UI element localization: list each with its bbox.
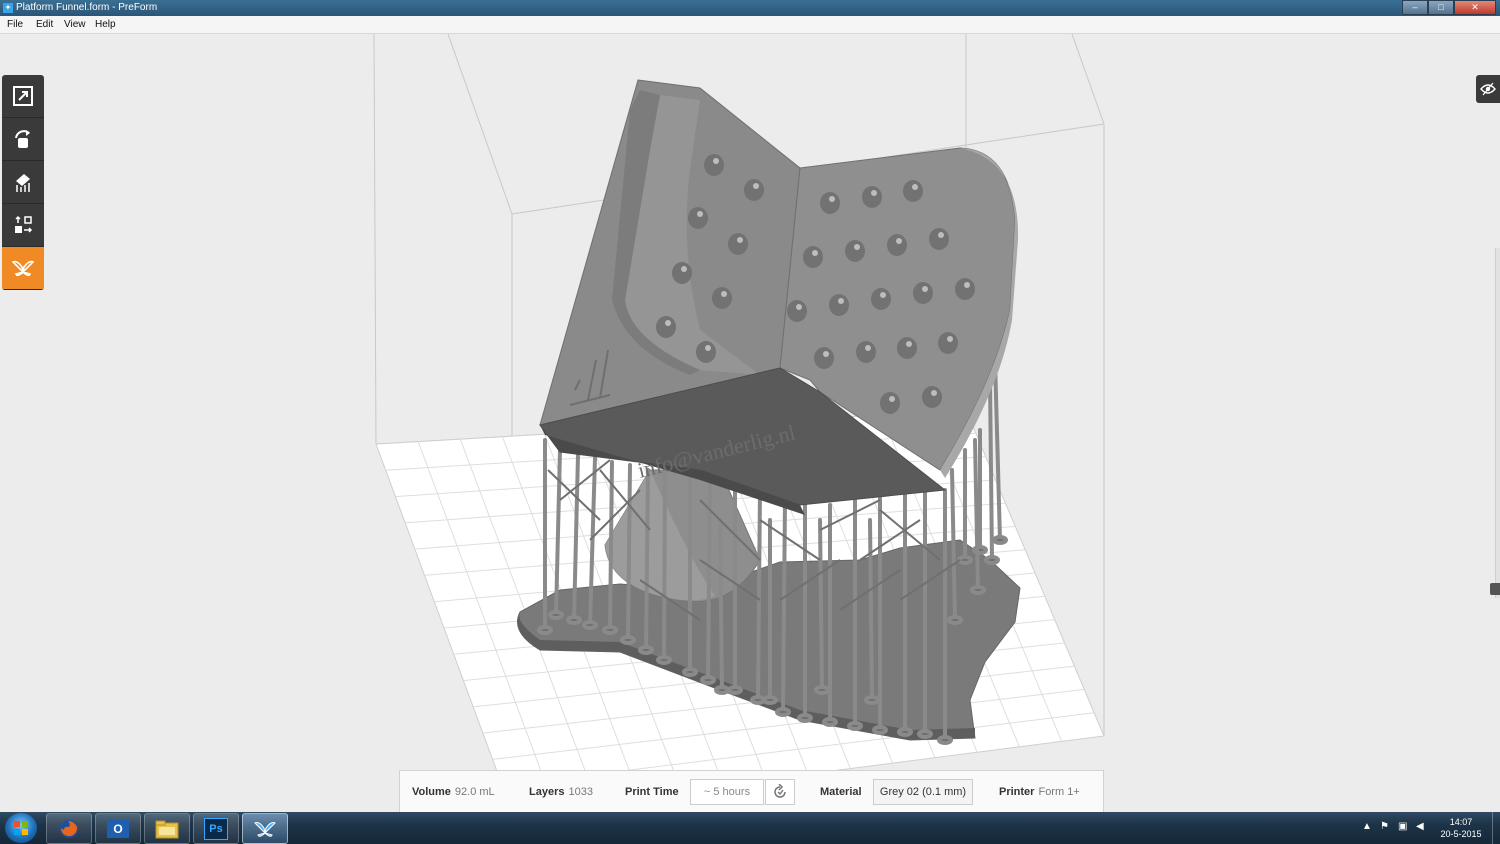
windows-logo-icon <box>14 821 28 835</box>
rotate-icon <box>15 130 30 148</box>
preform-butterfly-icon: ✦ <box>3 3 13 13</box>
refresh-icon <box>774 784 786 798</box>
material-label: Material <box>820 786 862 798</box>
taskbar-outlook[interactable]: O <box>95 813 141 844</box>
file-explorer-icon <box>155 820 179 838</box>
taskbar-photoshop[interactable]: Ps <box>193 813 239 844</box>
layout-button[interactable] <box>2 204 44 247</box>
volume-speaker-icon[interactable]: ◀ <box>1416 821 1424 832</box>
scene-svg: info@vanderlig.nl <box>373 34 1105 812</box>
close-button[interactable]: ✕ <box>1454 0 1496 15</box>
preform-icon <box>254 821 276 837</box>
3d-viewport[interactable]: info@vanderlig.nl <box>0 34 1500 812</box>
layers-value: 1033 <box>568 786 593 798</box>
taskbar-preform[interactable] <box>242 813 288 844</box>
panel-handle[interactable] <box>1490 583 1500 595</box>
view-options-button[interactable] <box>1476 75 1500 103</box>
title-bar: ✦ Platform Funnel.form - PreForm – □ ✕ <box>0 0 1500 16</box>
supports-icon <box>16 174 30 192</box>
printer-info: Printer Form 1+ <box>999 786 1080 798</box>
menu-view[interactable]: View <box>64 16 86 33</box>
print-time-value: ~ 5 hours <box>690 779 764 805</box>
eye-icon <box>1480 82 1496 96</box>
scale-icon <box>13 86 33 106</box>
supports-button[interactable] <box>2 161 44 204</box>
window-title: Platform Funnel.form - PreForm <box>16 2 158 13</box>
menu-edit[interactable]: Edit <box>36 16 53 33</box>
rotate-button[interactable] <box>2 118 44 161</box>
material-select[interactable]: Grey 02 (0.1 mm) <box>873 779 973 805</box>
printer-value: Form 1+ <box>1038 786 1080 798</box>
show-desktop-button[interactable] <box>1492 812 1500 844</box>
maximize-button[interactable]: □ <box>1428 0 1454 15</box>
volume-label: Volume <box>412 786 451 798</box>
outlook-icon: O <box>107 819 129 838</box>
action-center-flag-icon[interactable]: ⚑ <box>1380 821 1389 832</box>
left-toolbar <box>2 75 44 290</box>
start-button[interactable] <box>5 813 37 843</box>
menu-file[interactable]: File <box>7 16 23 33</box>
material-info: Material <box>820 786 862 798</box>
layers-info: Layers 1033 <box>529 786 593 798</box>
window-controls: – □ ✕ <box>1402 0 1496 15</box>
print-butterfly-icon <box>11 260 35 277</box>
printer-label: Printer <box>999 786 1035 798</box>
tray-expand-icon[interactable]: ▲ <box>1362 821 1372 832</box>
network-icon[interactable]: ▣ <box>1398 821 1407 832</box>
menu-help[interactable]: Help <box>95 16 116 33</box>
volume-info: Volume 92.0 mL <box>412 786 495 798</box>
taskbar-explorer[interactable] <box>144 813 190 844</box>
print-button[interactable] <box>2 247 44 290</box>
layers-label: Layers <box>529 786 565 798</box>
minimize-button[interactable]: – <box>1402 0 1428 15</box>
recalculate-button[interactable] <box>765 779 795 805</box>
layout-icon <box>15 215 33 233</box>
print-info-bar: Volume 92.0 mL Layers 1033 Print Time ~ 5 … <box>399 770 1104 813</box>
clock-date: 20-5-2015 <box>1440 829 1482 839</box>
volume-value: 92.0 mL <box>454 786 495 798</box>
side-panel-edge <box>1495 248 1500 598</box>
menu-bar: File Edit View Help <box>0 16 1500 34</box>
print-time-label: Print Time <box>625 786 679 798</box>
print-time-info: Print Time <box>625 786 679 798</box>
clock-time: 14:07 <box>1449 817 1473 827</box>
scale-button[interactable] <box>2 75 44 118</box>
taskbar-clock[interactable]: 14:07 20-5-2015 <box>1433 816 1489 840</box>
photoshop-icon: Ps <box>204 817 228 840</box>
part-model: info@vanderlig.nl <box>539 79 1019 515</box>
taskbar: O Ps ▲ ⚑ ▣ ◀ 14:07 20-5-2015 <box>0 812 1500 844</box>
taskbar-firefox[interactable] <box>46 813 92 844</box>
firefox-icon <box>60 819 78 838</box>
